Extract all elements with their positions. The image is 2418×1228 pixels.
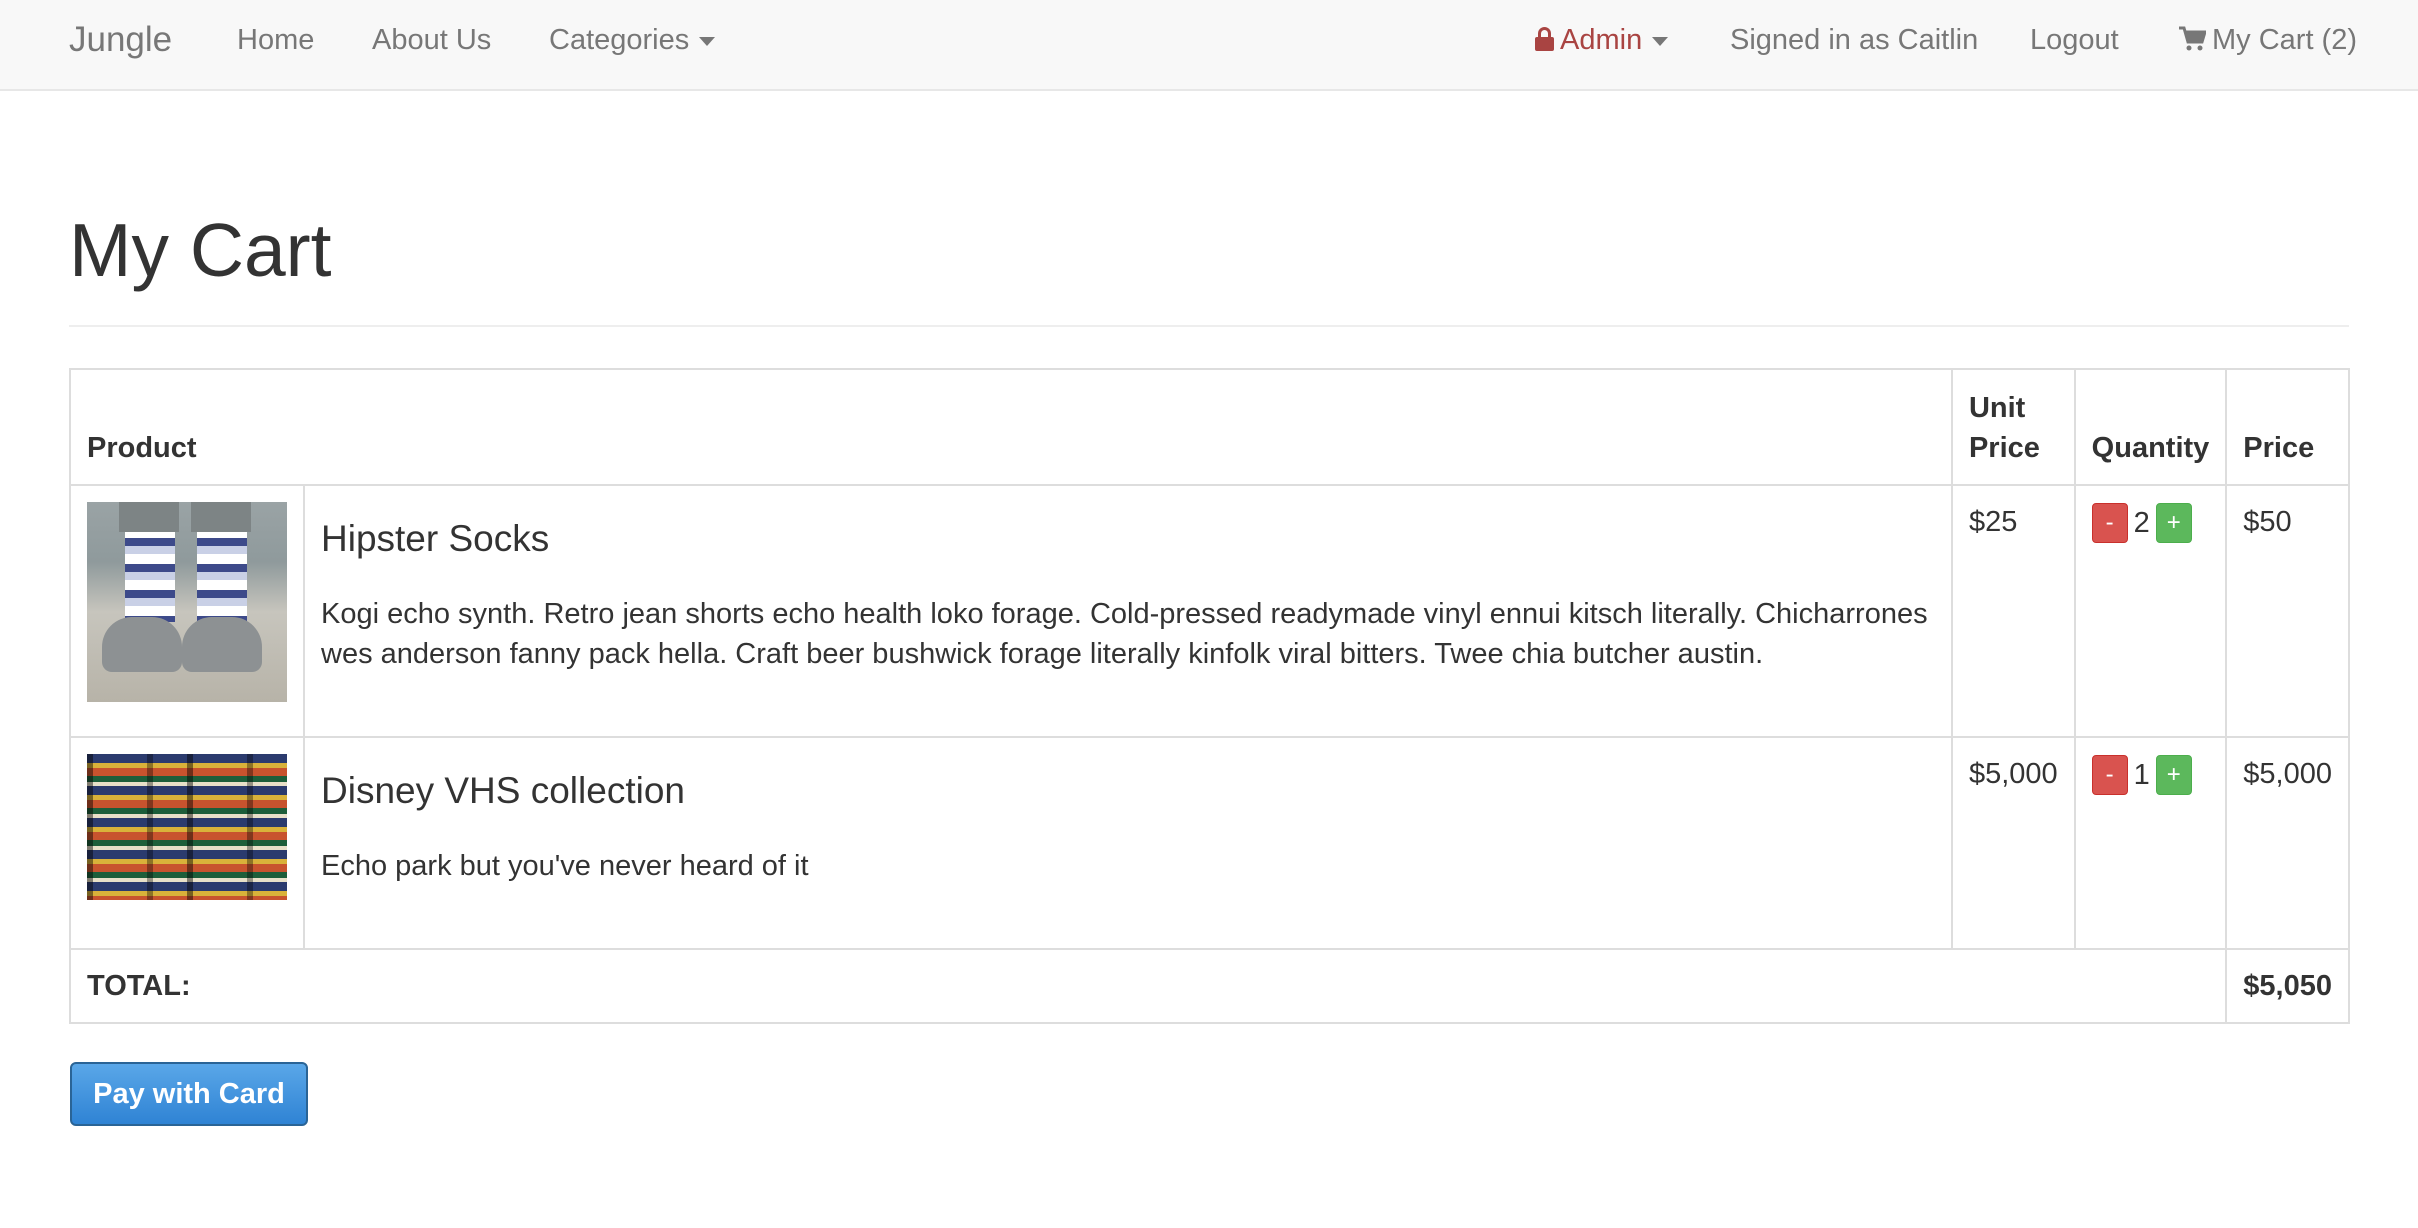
chevron-down-icon xyxy=(1652,36,1669,46)
shopping-cart-icon xyxy=(2179,26,2206,51)
nav-home-link[interactable]: Home xyxy=(237,0,314,80)
signed-in-user[interactable]: Signed in as Caitlin xyxy=(1730,0,1978,80)
lock-icon xyxy=(1535,27,1554,51)
product-image-hipster-socks xyxy=(87,502,287,702)
pay-with-card-button[interactable]: Pay with Card xyxy=(70,1062,308,1126)
table-header-row: Product Unit Price Quantity Price xyxy=(69,368,2350,486)
unit-price: $25 xyxy=(1950,484,2076,738)
logout-link[interactable]: Logout xyxy=(2030,0,2119,80)
product-info-cell: Hipster Socks Kogi echo synth. Retro jea… xyxy=(303,484,1953,738)
total-row: TOTAL: $5,050 xyxy=(68,948,2350,1024)
my-cart-link[interactable]: My Cart (2) xyxy=(2178,0,2357,80)
quantity-value: 1 xyxy=(2133,759,2150,792)
decrease-quantity-button[interactable]: - xyxy=(2091,503,2128,544)
header-quantity: Quantity xyxy=(2073,368,2228,486)
header-product: Product xyxy=(69,368,1953,486)
product-info-cell: Disney VHS collection Echo park but you'… xyxy=(303,736,1953,950)
header-price: Price xyxy=(2225,368,2350,486)
nav-about-link[interactable]: About Us xyxy=(372,0,491,80)
title-divider xyxy=(69,325,2349,327)
table-row: Disney VHS collection Echo park but you'… xyxy=(69,736,2350,950)
line-price: $50 xyxy=(2225,484,2350,738)
increase-quantity-button[interactable]: + xyxy=(2155,755,2192,796)
product-description: Echo park but you've never heard of it xyxy=(321,850,809,882)
product-description: Kogi echo synth. Retro jean shorts echo … xyxy=(321,598,1928,670)
quantity-cell: -1 + xyxy=(2073,736,2228,950)
line-price: $5,000 xyxy=(2225,736,2350,950)
total-label: TOTAL: xyxy=(68,948,2228,1024)
header-unit-price: Unit Price xyxy=(1950,368,2076,486)
categories-label: Categories xyxy=(549,24,690,56)
my-cart-label: My Cart (2) xyxy=(2212,24,2357,56)
brand-link[interactable]: Jungle xyxy=(69,0,172,80)
table-row: Hipster Socks Kogi echo synth. Retro jea… xyxy=(69,484,2350,738)
cart-table: Product Unit Price Quantity Price Hipste… xyxy=(68,368,2350,1024)
product-image-disney-vhs xyxy=(87,754,287,900)
navbar: Jungle Home About Us Categories Admin Si… xyxy=(0,0,2418,91)
nav-admin-dropdown[interactable]: Admin xyxy=(1535,0,1669,80)
quantity-cell: -2 + xyxy=(2073,484,2228,738)
unit-price: $5,000 xyxy=(1950,736,2076,950)
product-image-cell xyxy=(69,484,305,738)
chevron-down-icon xyxy=(699,36,716,46)
product-name: Hipster Socks xyxy=(321,518,550,559)
quantity-value: 2 xyxy=(2133,507,2150,540)
total-value: $5,050 xyxy=(2225,948,2350,1024)
nav-categories-dropdown[interactable]: Categories xyxy=(549,0,716,80)
admin-label: Admin xyxy=(1560,24,1643,56)
page-title: My Cart xyxy=(69,208,332,292)
product-image-cell xyxy=(69,736,305,950)
increase-quantity-button[interactable]: + xyxy=(2155,503,2192,544)
decrease-quantity-button[interactable]: - xyxy=(2091,755,2128,796)
product-name: Disney VHS collection xyxy=(321,770,685,811)
